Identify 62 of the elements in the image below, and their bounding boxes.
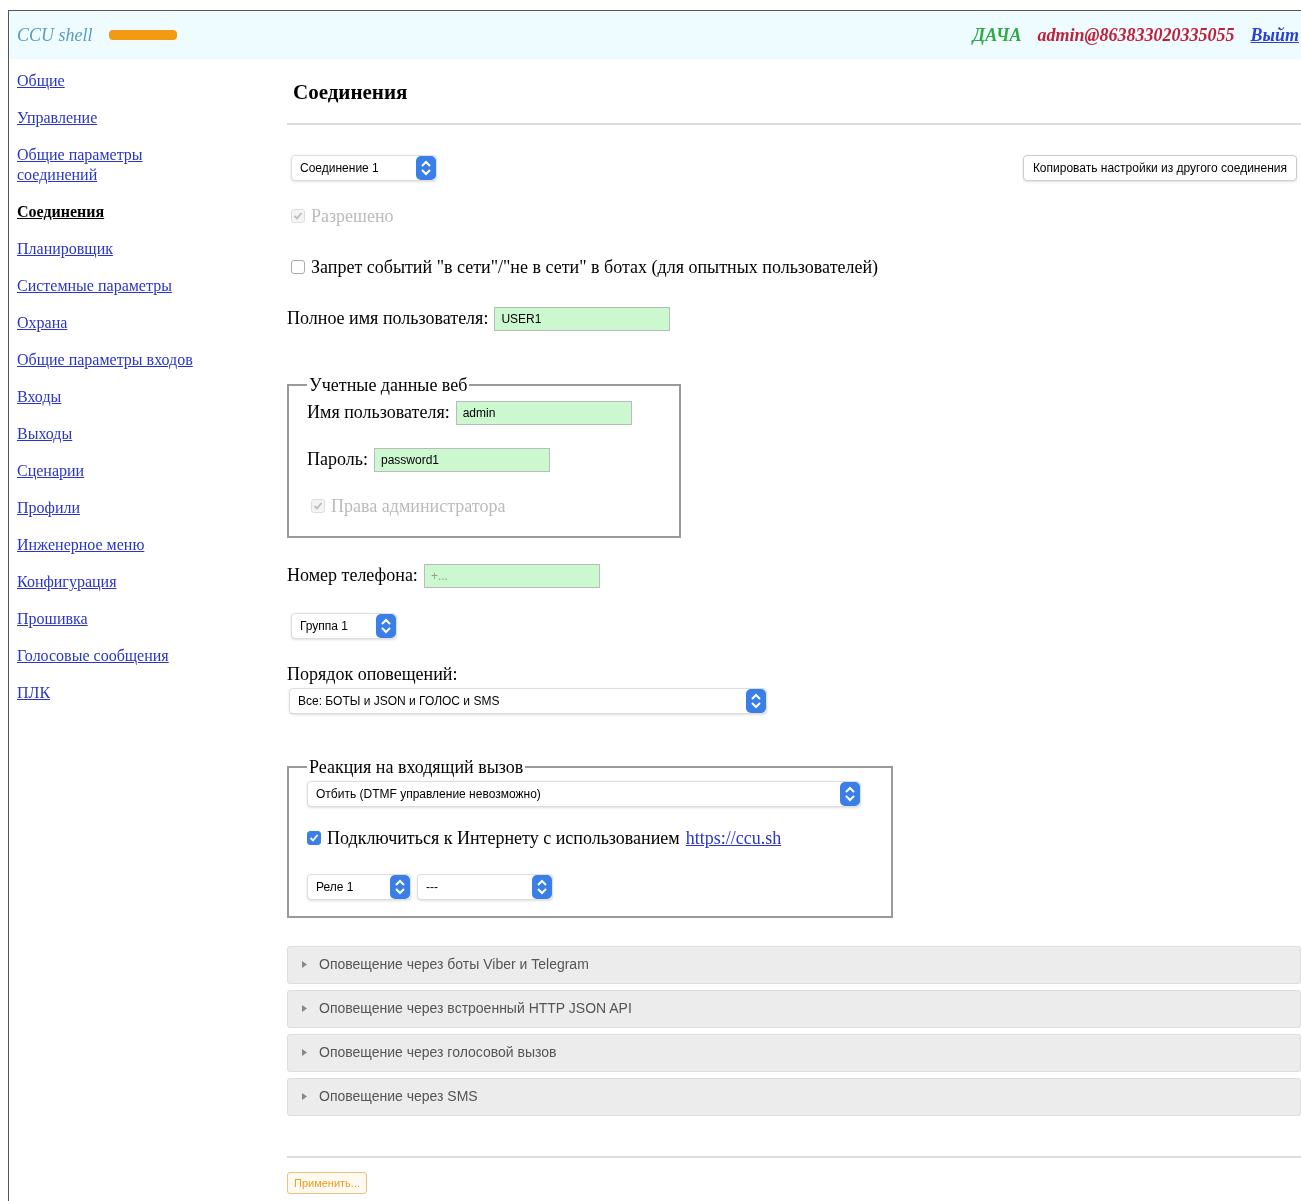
dropdown-arrows-icon (376, 613, 396, 638)
triangle-right-icon (302, 1005, 307, 1012)
sidebar-link[interactable]: Системные параметры (17, 276, 172, 296)
account-name: admin@863833020335055 (1037, 23, 1235, 47)
sidebar-link[interactable]: Соединения (17, 202, 105, 222)
triangle-right-icon (302, 1049, 307, 1056)
sidebar-link[interactable]: Профили (17, 498, 81, 518)
dropdown-arrows-icon (532, 874, 552, 899)
checkbox-label: Запрет событий "в сети"/"не в сети" в ботах (для опытных пользователей) (311, 255, 879, 279)
field-label: Порядок оповещений: (287, 662, 459, 686)
progress-icon (108, 30, 177, 40)
collapsible-section[interactable]: Оповещение через SMS (287, 1077, 1301, 1116)
field-label: Полное имя пользователя: (287, 306, 489, 330)
sidebar-link[interactable]: Управление (17, 108, 98, 128)
checkbox[interactable] (291, 260, 305, 274)
field-label: Пароль: (307, 447, 368, 471)
sidebar-link[interactable]: Прошивка (17, 609, 88, 629)
field-label: Номер телефона: (287, 563, 418, 587)
sidebar-link[interactable]: Конфигурация (17, 572, 117, 592)
checkbox-label: Разрешено (311, 204, 394, 228)
site-name: ДАЧА (972, 23, 1022, 47)
input-field[interactable]: admin (455, 400, 632, 425)
triangle-right-icon (302, 961, 307, 968)
sidebar-link[interactable]: Входы (17, 387, 62, 407)
dropdown[interactable]: Соединение 1 (291, 154, 437, 181)
input-field[interactable]: +... (423, 563, 600, 588)
sidebar-link[interactable]: Общие (17, 71, 65, 91)
dropdown[interactable]: --- (417, 873, 553, 900)
logout-link[interactable]: Выйт (1250, 21, 1299, 49)
copy-settings-button[interactable]: Копировать настройки из другого соединения (1022, 154, 1297, 181)
sidebar-link[interactable]: Общие параметры соединений (17, 145, 207, 185)
collapsible-section[interactable]: Оповещение через голосовой вызов (287, 1033, 1301, 1072)
link[interactable]: https://ccu.sh (685, 824, 782, 852)
group-legend: Реакция на входящий вызов (307, 753, 526, 781)
sidebar-link[interactable]: Инженерное меню (17, 535, 145, 555)
checkbox-label: Права администратора (331, 494, 506, 518)
sidebar-link[interactable]: ПЛК (17, 683, 51, 703)
dropdown-arrows-icon (416, 155, 436, 180)
dropdown[interactable]: Группа 1 (291, 612, 397, 639)
sidebar-link[interactable]: Общие параметры входов (17, 350, 193, 370)
checkbox[interactable] (307, 831, 321, 845)
page-title: Соединения (292, 79, 409, 106)
sidebar-link[interactable]: Охрана (17, 313, 68, 333)
dropdown[interactable]: Все: БОТЫ и JSON и ГОЛОС и SMS (289, 687, 767, 714)
dropdown-arrows-icon (840, 781, 860, 806)
input-field[interactable]: USER1 (494, 306, 671, 331)
sidebar-link[interactable]: Сценарии (17, 461, 85, 481)
sidebar-link[interactable]: Голосовые сообщения (17, 646, 169, 666)
triangle-right-icon (302, 1093, 307, 1100)
dropdown[interactable]: Реле 1 (307, 873, 411, 900)
dropdown-arrows-icon (390, 874, 410, 899)
sidebar-link[interactable]: Выходы (17, 424, 73, 444)
input-field[interactable]: password1 (373, 447, 550, 472)
checkbox-label: Подключиться к Интернету с использованием (327, 826, 680, 850)
dropdown-arrows-icon (746, 688, 766, 713)
brand-title: CCU shell (17, 23, 93, 47)
collapsible-section[interactable]: Оповещение через боты Viber и Telegram (287, 945, 1301, 984)
group-legend: Учетные данные веб (307, 371, 470, 399)
dropdown[interactable]: Отбить (DTMF управление невозможно) (307, 780, 861, 807)
field-label: Имя пользователя: (307, 400, 450, 424)
sidebar-link[interactable]: Планировщик (17, 239, 113, 259)
collapsible-section[interactable]: Оповещение через встроенный HTTP JSON API (287, 989, 1301, 1028)
